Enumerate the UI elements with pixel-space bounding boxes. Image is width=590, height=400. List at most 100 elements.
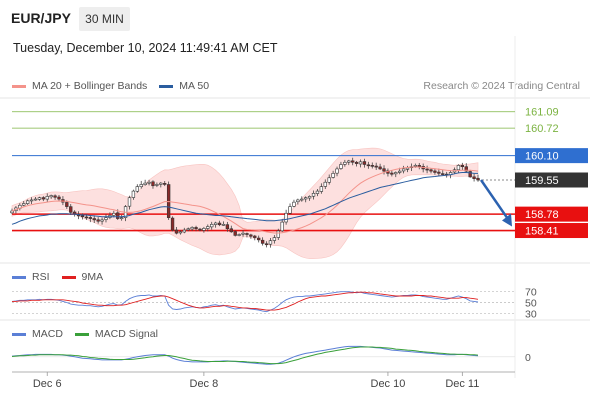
candle-body (292, 201, 296, 207)
candle-body (366, 164, 371, 167)
candle-body (347, 160, 351, 163)
macd-series-signal (11, 346, 479, 365)
x-tick-label: Dec 6 (33, 378, 62, 390)
rsi-legend: RSI 9MA (12, 271, 115, 283)
legend-label-9ma: 9MA (81, 271, 104, 283)
candle-body (29, 199, 34, 202)
candle-body (61, 199, 65, 203)
candle-body (37, 197, 42, 200)
legend-swatch-rsi (12, 275, 26, 279)
x-axis: Dec 6 Dec 8 Dec 10 Dec 11 (12, 371, 515, 390)
moving-averages (11, 166, 479, 234)
datetime-label: Tuesday, December 10, 2024 11:49:41 AM C… (13, 41, 278, 55)
candle-body (437, 171, 441, 174)
candle-body (429, 169, 433, 172)
candle-body (18, 204, 22, 209)
candle-body (210, 224, 214, 228)
legend-label-macd-signal: MACD Signal (94, 328, 158, 340)
candle-body (323, 181, 327, 187)
candle-body (409, 166, 414, 169)
legend-macd-signal: MACD Signal (74, 328, 158, 340)
candle-body (45, 196, 49, 200)
ma50-line (11, 172, 478, 225)
candle-body (241, 232, 245, 235)
bollinger-band-fill (11, 147, 479, 259)
macd-tick-0: 0 (525, 352, 531, 364)
candle-body (116, 212, 120, 219)
level-box-158.78 (515, 206, 588, 222)
forecast-arrow-shaft (479, 179, 511, 222)
candle-body (413, 165, 418, 167)
candle-body (163, 183, 167, 185)
candle-body (358, 161, 363, 165)
candle-body (213, 222, 218, 225)
candle-body (374, 165, 378, 168)
candle-body (206, 226, 210, 229)
candle-body (445, 173, 449, 176)
candle-body (151, 181, 155, 187)
legend-swatch-ma50 (159, 84, 174, 88)
legend-label-rsi: RSI (32, 271, 50, 283)
candle-body (433, 170, 437, 173)
legend-swatch-macd-signal (74, 332, 89, 336)
candle-body (296, 199, 300, 203)
candle-body (135, 186, 139, 192)
candle-body (127, 197, 132, 207)
candle-body (386, 170, 390, 174)
level-labels: 161.09 160.72 160.10 159.55 158.78 158.41 (515, 107, 588, 239)
candle-body (249, 234, 253, 237)
candle-body (178, 231, 183, 234)
candle-body (217, 222, 222, 226)
level-label-160.10: 160.10 (525, 151, 559, 163)
legend-rsi: RSI (12, 271, 50, 283)
candle-body (69, 206, 73, 213)
candle-body (394, 172, 398, 175)
candle-body (370, 165, 374, 167)
price-levels (12, 111, 515, 232)
macd-legend: MACD MACD Signal (12, 328, 170, 340)
chart-area[interactable]: 161.09 160.72 160.10 159.55 158.78 158.41 705… (0, 0, 590, 400)
legend-9ma: 9MA (61, 271, 104, 283)
candle-body (339, 164, 343, 169)
candle-body (225, 224, 230, 230)
candle-body (268, 240, 273, 245)
candle-body (284, 212, 288, 223)
candle-body (108, 215, 112, 218)
bollinger-bands (11, 147, 479, 259)
rsi-tick-50: 50 (525, 298, 537, 310)
candle-body (390, 172, 394, 175)
candle-body (76, 213, 81, 217)
candle-body (198, 228, 202, 231)
candle-body (33, 198, 38, 201)
x-tick-label: Dec 11 (445, 378, 479, 390)
candle-body (49, 195, 53, 198)
candle-body (237, 234, 241, 236)
candle-body (468, 171, 472, 178)
level-box-158.41 (515, 223, 588, 239)
candle-body (190, 227, 194, 230)
candle-body (425, 168, 429, 171)
candle-body (96, 219, 100, 222)
candle-body (343, 161, 347, 165)
level-box-160.10 (515, 148, 588, 164)
candle-body (257, 237, 261, 241)
candle-body (319, 186, 324, 192)
candle-body (327, 177, 331, 183)
candle-body (401, 168, 406, 172)
candle-body (221, 224, 226, 226)
candle-body (260, 239, 265, 244)
candle-body (53, 195, 57, 198)
level-label-159.55: 159.55 (525, 175, 559, 187)
candle-body (155, 184, 159, 186)
candle-body (456, 165, 461, 171)
candle-body (307, 196, 312, 199)
candle-body (186, 228, 190, 231)
rsi-series-9ma (12, 291, 479, 311)
candle-body (382, 168, 386, 172)
candle-body (170, 217, 175, 231)
rsi-panel: 705030 (11, 287, 537, 320)
candle-body (472, 176, 476, 179)
timeframe-button[interactable]: 30 MIN (79, 7, 130, 31)
legend-swatch-macd (12, 332, 26, 336)
candle-body (311, 192, 316, 197)
